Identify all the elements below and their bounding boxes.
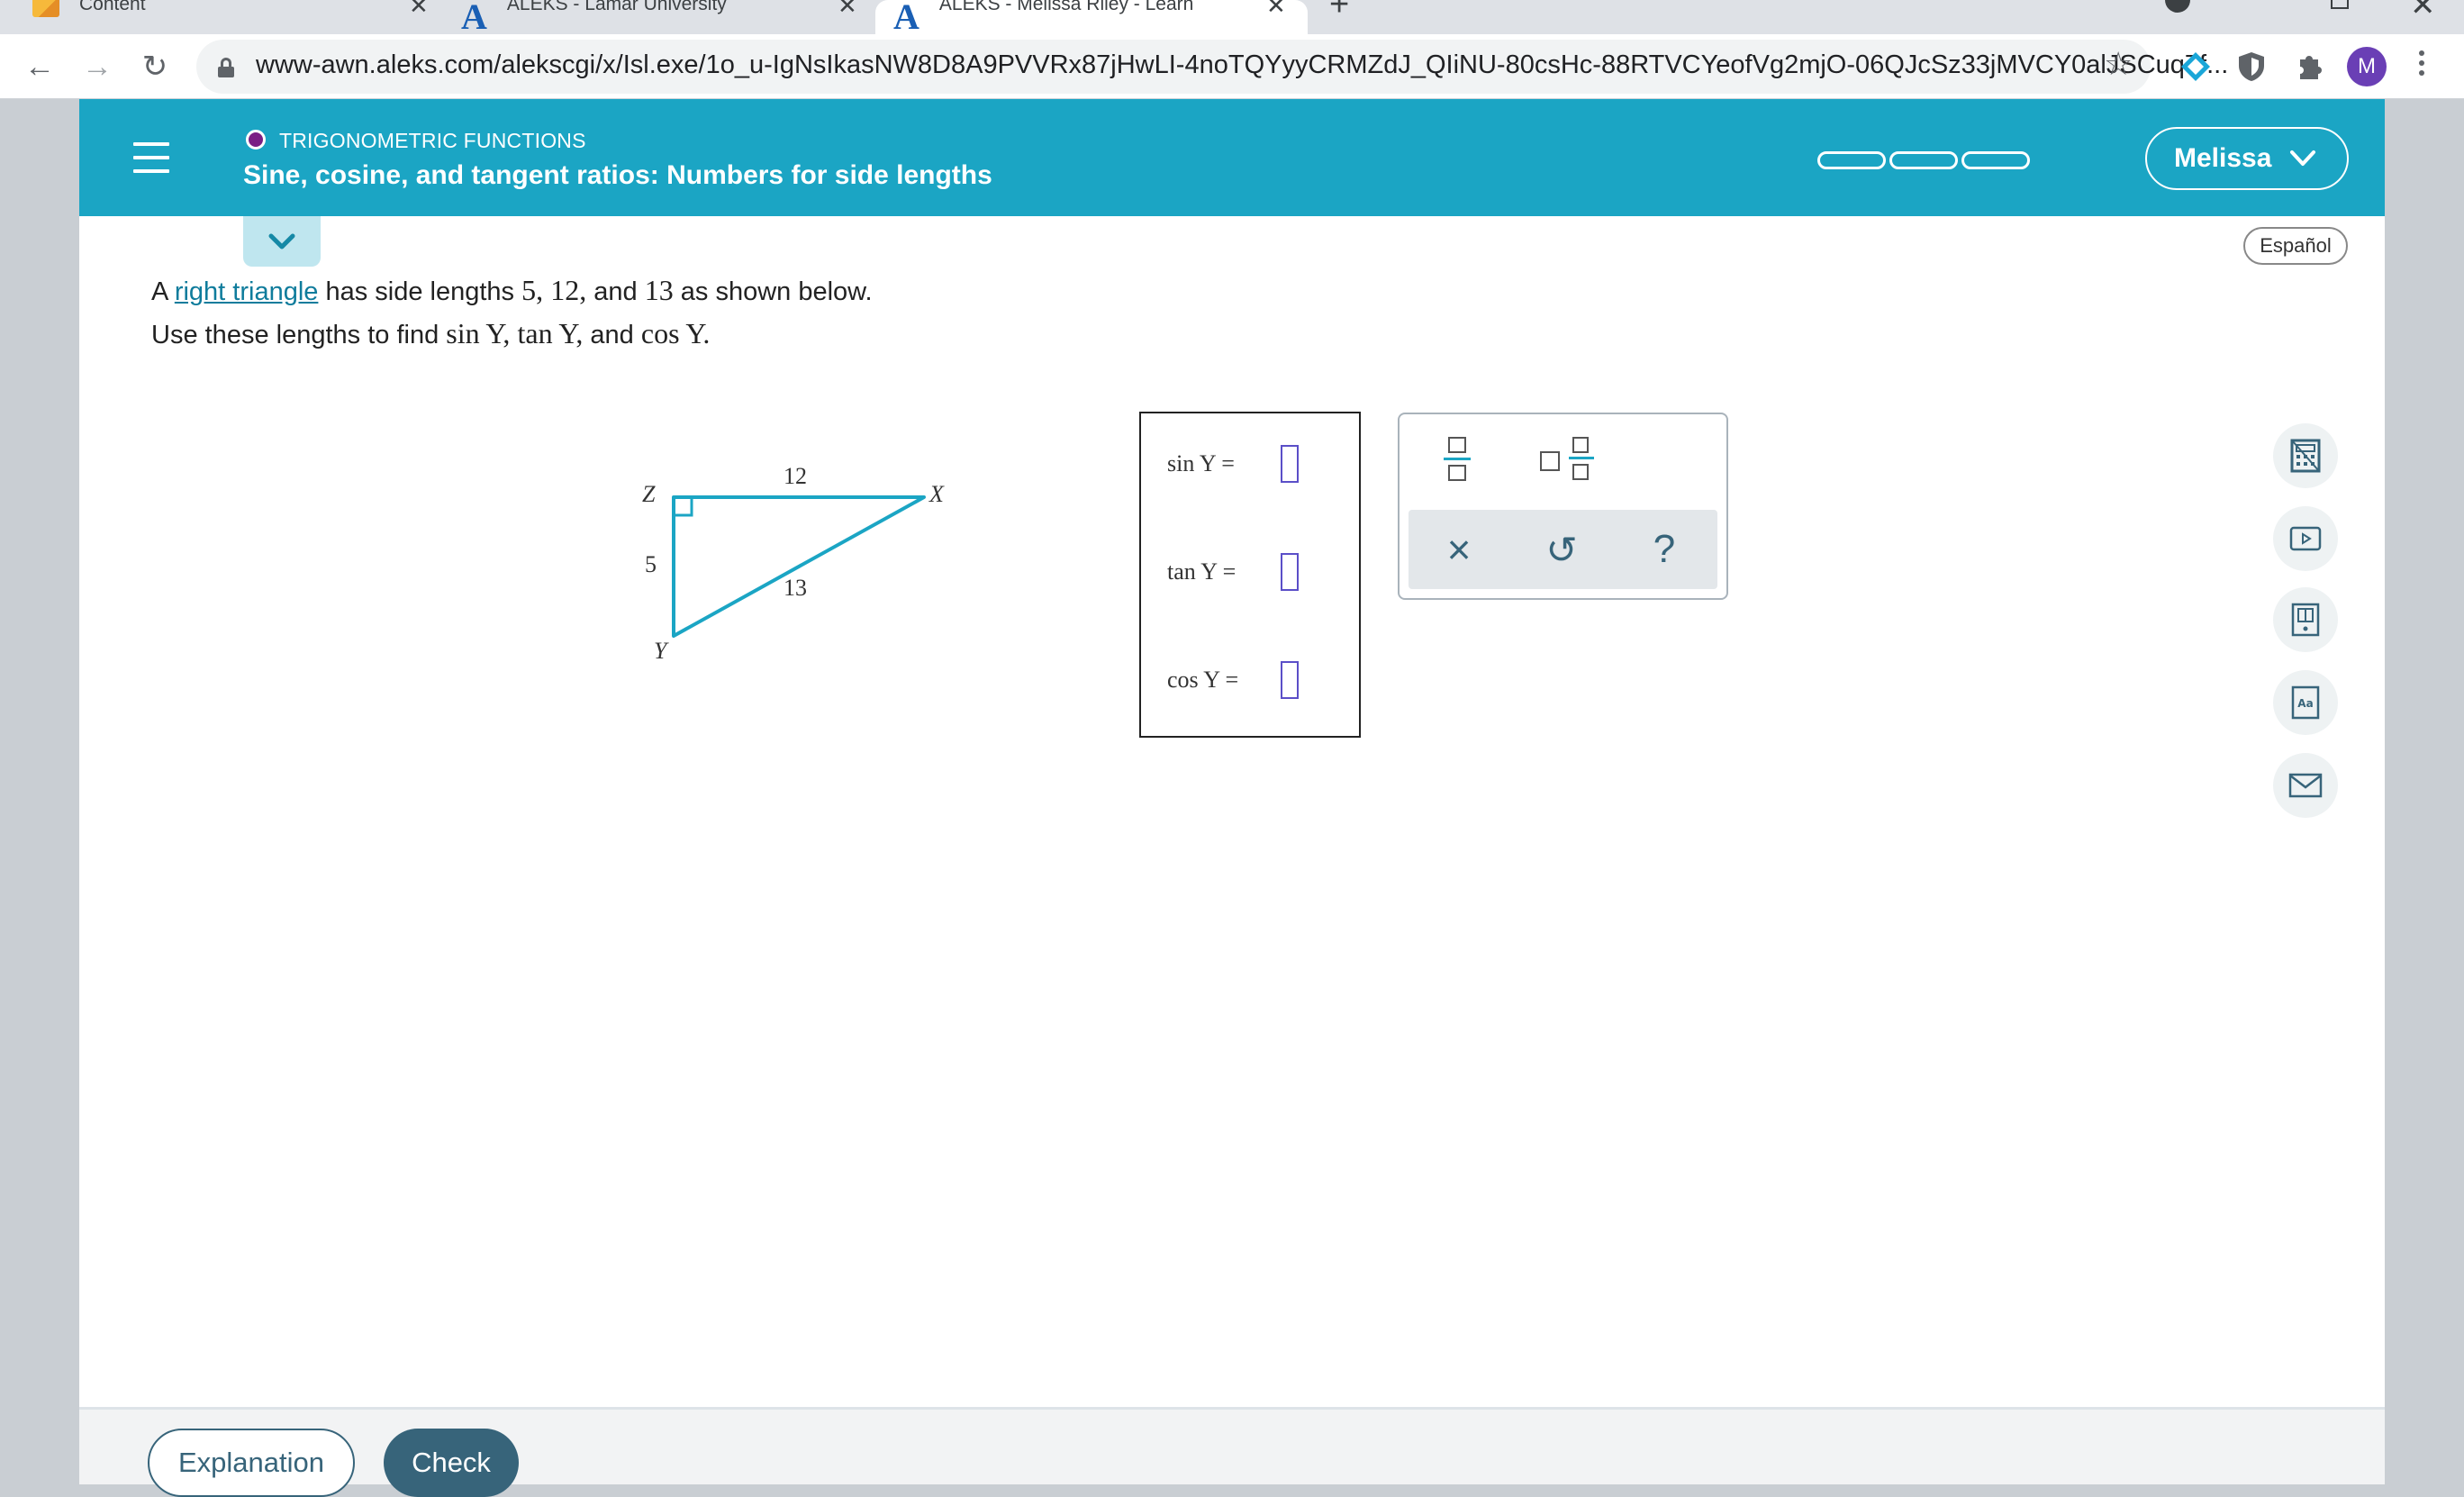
side-zy-label: 5	[645, 551, 657, 577]
hamburger-menu-icon[interactable]	[133, 142, 169, 173]
tab-title: Content	[79, 0, 146, 14]
cos-answer-input[interactable]	[1281, 661, 1299, 699]
right-triangle-link[interactable]: right triangle	[175, 277, 319, 306]
plus-icon: +	[1329, 0, 1350, 23]
tab-aleks-lamar[interactable]: A ALEKS - Lamar University ✕	[461, 0, 865, 37]
check-button[interactable]: Check	[384, 1429, 519, 1497]
page-title: Sine, cosine, and tangent ratios: Number…	[243, 160, 992, 190]
bookmark-star-icon[interactable]: ☆	[2104, 45, 2133, 83]
sin-answer-input[interactable]	[1281, 445, 1299, 483]
browser-menu-icon[interactable]	[2419, 50, 2426, 83]
book-icon	[2291, 603, 2320, 637]
extensions-puzzle-icon[interactable]	[2293, 50, 2325, 83]
url-text[interactable]: www-awn.aleks.com/alekscgi/x/Isl.exe/1o_…	[256, 50, 2228, 80]
close-icon: ×	[1446, 526, 1472, 573]
problem-line-2: Use these lengths to find sin Y, tan Y, …	[151, 317, 711, 349]
tab-title: ALEKS - Melissa Riley - Learn	[938, 0, 1194, 14]
tan-answer-input[interactable]	[1281, 553, 1299, 591]
forward-arrow-icon[interactable]: →	[77, 47, 117, 86]
right-angle-marker	[672, 495, 693, 517]
profile-initial: M	[2358, 54, 2376, 78]
tab-title: ALEKS - Lamar University	[506, 0, 727, 14]
aleks-favicon-icon: A	[893, 0, 919, 37]
cos-expression: cos Y.	[640, 317, 711, 349]
tan-expression: tan Y,	[517, 317, 584, 349]
extension-diamond-icon[interactable]	[2179, 50, 2212, 83]
chevron-down-icon	[2290, 150, 2316, 166]
vertex-y-label: Y	[654, 638, 667, 664]
profile-avatar[interactable]: M	[2347, 47, 2387, 86]
user-name: Melissa	[2174, 143, 2272, 173]
video-button[interactable]	[2273, 506, 2338, 571]
sin-answer-label: sin Y =	[1167, 450, 1235, 476]
restore-window-icon[interactable]	[2331, 0, 2349, 9]
problem-line-1: A right triangle has side lengths 5, 12,…	[151, 274, 873, 306]
cos-answer-label: cos Y =	[1167, 667, 1239, 693]
side-length-c: 13	[644, 274, 674, 306]
new-tab-button[interactable]: +	[1329, 0, 1365, 34]
tan-answer-label: tan Y =	[1167, 558, 1237, 585]
side-length-b: 12,	[550, 274, 587, 306]
undo-button[interactable]: ↺	[1535, 522, 1589, 576]
triangle-shape	[672, 495, 926, 638]
sin-expression: sin Y,	[446, 317, 511, 349]
clear-button[interactable]: ×	[1432, 522, 1486, 576]
tab-close-icon[interactable]: ✕	[838, 0, 857, 17]
side-length-a: 5,	[521, 274, 544, 306]
language-toggle-button[interactable]: Español	[2243, 227, 2348, 265]
shield-extension-icon[interactable]	[2235, 50, 2268, 83]
progress-segment	[1961, 151, 2030, 169]
video-play-icon	[2289, 526, 2322, 551]
calculator-button[interactable]	[2273, 423, 2338, 488]
vertex-x-label: X	[929, 481, 944, 507]
side-xy-label: 13	[784, 575, 807, 601]
side-zx-label: 12	[784, 463, 807, 489]
reload-icon[interactable]: ↻	[135, 47, 175, 86]
tab-aleks-learn[interactable]: A ALEKS - Melissa Riley - Learn ✕	[875, 0, 1308, 37]
dictionary-button[interactable]: Aa	[2273, 670, 2338, 735]
mail-icon	[2288, 773, 2323, 798]
svg-text:Aa: Aa	[2297, 697, 2313, 710]
collapse-header-button[interactable]	[243, 216, 321, 267]
tab-close-icon[interactable]: ✕	[409, 0, 429, 17]
dictionary-icon: Aa	[2291, 685, 2320, 720]
lock-icon	[218, 58, 234, 77]
fraction-icon	[1444, 435, 1471, 484]
tab-close-icon[interactable]: ✕	[1266, 0, 1286, 17]
topic-label: TRIGONOMETRIC FUNCTIONS	[279, 129, 586, 152]
progress-segment	[1817, 151, 1886, 169]
progress-segment	[1889, 151, 1958, 169]
user-menu-button[interactable]: Melissa	[2145, 127, 2349, 190]
explanation-button[interactable]: Explanation	[148, 1429, 355, 1497]
mixed-number-button[interactable]	[1531, 432, 1603, 486]
fraction-button[interactable]	[1430, 432, 1484, 486]
pencil-favicon-icon	[32, 0, 59, 17]
aleks-header	[79, 99, 2385, 216]
vertex-z-label: Z	[642, 481, 656, 507]
aleks-favicon-icon: A	[461, 0, 487, 37]
close-window-icon[interactable]: ✕	[2410, 0, 2436, 23]
question-icon: ?	[1653, 527, 1676, 571]
message-button[interactable]	[2273, 753, 2338, 818]
help-button[interactable]: ?	[1637, 522, 1691, 576]
chevron-down-icon	[268, 233, 295, 250]
progress-bar	[1817, 151, 2030, 169]
ebook-button[interactable]	[2273, 587, 2338, 652]
tab-content[interactable]: Content ✕	[32, 0, 436, 34]
calculator-icon	[2290, 439, 2321, 473]
back-arrow-icon[interactable]: ←	[20, 47, 59, 86]
undo-icon: ↺	[1545, 528, 1578, 571]
topic-status-icon	[246, 130, 266, 150]
mixed-number-icon	[1538, 435, 1596, 484]
